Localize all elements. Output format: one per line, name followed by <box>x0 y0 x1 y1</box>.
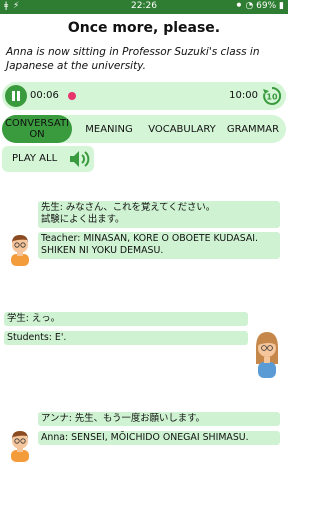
status-bar: ǂ ⚡ 22:26 ⚫ ◔ 69% ▮ <box>0 0 288 14</box>
male-avatar <box>11 431 29 462</box>
play-all-label: PLAY ALL <box>12 153 58 164</box>
dialogue-romaji-3[interactable]: Anna: SENSEI, MŌICHIDO ONEGAI SHIMASU. <box>38 431 280 445</box>
dialogue-jp-3-line1: アンナ: 先生、もう一度お願いします。 <box>41 413 205 424</box>
dialogue-jp-1-line1: 先生: みなさん、これを覚えてください。 <box>41 202 216 213</box>
dialogue-jp-2[interactable]: 学生: えっ。 <box>4 312 248 326</box>
dialogue-romaji-2[interactable]: Students: E'. <box>4 331 248 345</box>
dialogue-jp-3[interactable]: アンナ: 先生、もう一度お願いします。 <box>38 412 280 426</box>
replay-10-icon[interactable]: 10 <box>261 85 283 107</box>
dialogue-romaji-3-line1: Anna: SENSEI, MŌICHIDO ONEGAI SHIMASU. <box>41 432 249 443</box>
lesson-title: Once more, please. <box>67 20 221 36</box>
lesson-description: Anna is now sitting in Professor Suzuki'… <box>6 46 260 72</box>
play-all-button[interactable]: PLAY ALL <box>2 146 94 172</box>
dialogue-jp-2-line1: 学生: えっ。 <box>7 313 61 324</box>
tab-conversation-label: CONVERSATI ON <box>5 118 69 140</box>
dialogue-jp-1-line2: 試験によく出ます。 <box>41 214 125 225</box>
progress-thumb[interactable] <box>68 92 76 100</box>
pause-icon[interactable] <box>5 85 27 107</box>
current-time: 00:06 <box>30 90 59 101</box>
male-avatar <box>11 235 29 266</box>
tab-conversation-label-line2: ON <box>29 129 45 140</box>
speaker-icon <box>70 151 90 167</box>
tab-meaning[interactable]: MEANING <box>74 115 144 143</box>
status-icons-right: ⚫ ◔ 69% ▮ <box>235 1 284 11</box>
tab-conversation-label-line1: CONVERSATI <box>4 118 70 129</box>
tab-bar: CONVERSATI ON MEANING VOCABULARY GRAMMAR <box>2 115 286 143</box>
dialogue-romaji-1-line2: SHIKEN NI YOKU DEMASU. <box>41 245 164 256</box>
audio-player: 00:06 10:00 10 <box>2 82 286 110</box>
tab-grammar[interactable]: GRAMMAR <box>220 115 286 143</box>
dialogue-jp-1[interactable]: 先生: みなさん、これを覚えてください。 試験によく出ます。 <box>38 201 280 228</box>
dialogue-romaji-2-line1: Students: E'. <box>7 332 67 343</box>
dialogue-romaji-1-line1: Teacher: MINASAN, KORE O OBOETE KUDASAI. <box>41 233 259 244</box>
total-time: 10:00 <box>229 90 258 101</box>
tab-vocabulary[interactable]: VOCABULARY <box>144 115 220 143</box>
tab-conversation[interactable]: CONVERSATI ON <box>2 115 72 143</box>
female-avatar <box>256 332 278 378</box>
svg-text:10: 10 <box>266 93 278 102</box>
dialogue-romaji-1[interactable]: Teacher: MINASAN, KORE O OBOETE KUDASAI.… <box>38 232 280 259</box>
